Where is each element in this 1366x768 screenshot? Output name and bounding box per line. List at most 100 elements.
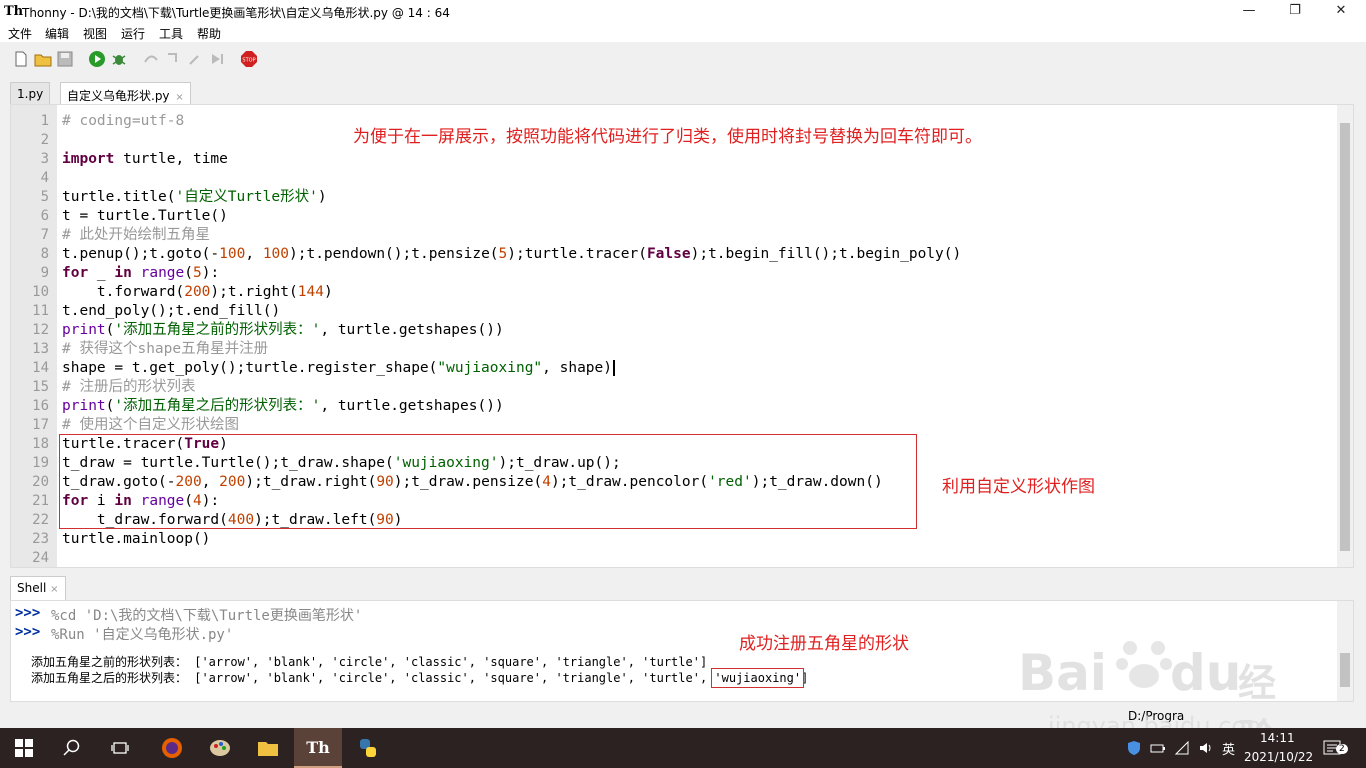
tab-label: 自定义乌龟形状.py bbox=[67, 89, 170, 103]
menu-help[interactable]: 帮助 bbox=[197, 25, 221, 42]
line-number: 22 bbox=[32, 512, 49, 528]
shell-tab-label: Shell bbox=[17, 581, 47, 595]
line-number: 10 bbox=[32, 284, 49, 300]
firefox-taskbar-button[interactable] bbox=[148, 728, 196, 768]
menu-edit[interactable]: 编辑 bbox=[45, 25, 69, 42]
code-editor[interactable]: 1 2 3 4 5 6 7 8 9 10 11 12 13 14 15 16 1… bbox=[10, 104, 1354, 568]
interpreter-path[interactable]: D:/Progra bbox=[1128, 709, 1184, 723]
toolbar: STOP bbox=[0, 42, 1366, 78]
tab-1-py[interactable]: 1.py bbox=[10, 82, 51, 104]
thonny-window: Th Thonny - D:\我的文档\下载\Turtle更换画笔形状\自定义乌… bbox=[0, 0, 1366, 768]
stop-icon[interactable]: STOP bbox=[240, 50, 258, 68]
menu-view[interactable]: 视图 bbox=[83, 25, 107, 42]
clock-time[interactable]: 14:11 bbox=[1260, 731, 1295, 745]
open-folder-icon[interactable] bbox=[34, 50, 52, 68]
code-line-6: t = turtle.Turtle() bbox=[62, 208, 228, 224]
paint-palette-icon bbox=[210, 740, 230, 756]
paint-taskbar-button[interactable] bbox=[196, 728, 244, 768]
debug-icon[interactable] bbox=[110, 50, 128, 68]
line-number: 11 bbox=[32, 303, 49, 319]
taskbar-search[interactable] bbox=[48, 728, 96, 768]
scrollbar-thumb[interactable] bbox=[1340, 123, 1350, 551]
notification-badge: 2 bbox=[1336, 744, 1348, 754]
code-line-9: for _ in range(5): bbox=[62, 265, 220, 281]
thonny-logo-icon: Th bbox=[4, 4, 24, 19]
step-out-icon[interactable] bbox=[186, 50, 204, 68]
title-bar: Th Thonny - D:\我的文档\下载\Turtle更换画笔形状\自定义乌… bbox=[0, 0, 1366, 24]
windows-taskbar: Th 英 14:11 2021/10/22 2 bbox=[0, 728, 1366, 768]
code-line-1: # coding=utf-8 bbox=[62, 113, 185, 129]
run-icon[interactable] bbox=[88, 50, 106, 68]
save-icon[interactable] bbox=[56, 50, 74, 68]
shell-output-line: 添加五角星之前的形状列表： ['arrow', 'blank', 'circle… bbox=[31, 655, 708, 669]
line-number: 1 bbox=[40, 113, 49, 129]
line-number: 17 bbox=[32, 417, 49, 433]
step-into-icon[interactable] bbox=[164, 50, 182, 68]
line-number: 21 bbox=[32, 493, 49, 509]
line-number: 2 bbox=[40, 132, 49, 148]
editor-scrollbar[interactable] bbox=[1337, 105, 1353, 567]
line-number: 3 bbox=[40, 151, 49, 167]
line-number: 24 bbox=[32, 550, 49, 566]
line-number: 18 bbox=[32, 436, 49, 452]
status-bar: D:/Progra bbox=[0, 704, 1366, 728]
folder-icon bbox=[258, 742, 278, 756]
code-line-17: # 使用这个自定义形状绘图 bbox=[62, 417, 239, 433]
line-number: 8 bbox=[40, 246, 49, 262]
line-number: 4 bbox=[40, 170, 49, 186]
line-number-gutter: 1 2 3 4 5 6 7 8 9 10 11 12 13 14 15 16 1… bbox=[11, 105, 57, 567]
tab-close-icon[interactable]: × bbox=[175, 92, 183, 103]
thonny-taskbar-button[interactable]: Th bbox=[294, 728, 342, 768]
tab-shell[interactable]: Shell × bbox=[10, 576, 66, 600]
line-number: 15 bbox=[32, 379, 49, 395]
code-line-13: # 获得这个shape五角星并注册 bbox=[62, 341, 269, 357]
ime-indicator[interactable]: 英 bbox=[1222, 739, 1235, 758]
line-number: 13 bbox=[32, 341, 49, 357]
maximize-button[interactable]: ❐ bbox=[1272, 0, 1318, 24]
code-line-8: t.penup();t.goto(-100, 100);t.pendown();… bbox=[62, 246, 962, 262]
minimize-button[interactable]: — bbox=[1226, 0, 1272, 24]
menu-run[interactable]: 运行 bbox=[121, 25, 145, 42]
shell-command: %Run '自定义乌龟形状.py' bbox=[51, 627, 234, 643]
shell-panel[interactable]: >>> %cd 'D:\我的文档\下载\Turtle更换画笔形状' >>> %R… bbox=[10, 600, 1354, 702]
python-icon bbox=[360, 739, 376, 757]
code-line-11: t.end_poly();t.end_fill() bbox=[62, 303, 281, 319]
line-number: 23 bbox=[32, 531, 49, 547]
shell-command: %cd 'D:\我的文档\下载\Turtle更换画笔形状' bbox=[51, 608, 363, 624]
file-explorer-taskbar-button[interactable] bbox=[244, 728, 292, 768]
task-view-button[interactable] bbox=[96, 728, 144, 768]
menu-file[interactable]: 文件 bbox=[8, 25, 32, 42]
code-line-16: print('添加五角星之后的形状列表：', turtle.getshapes(… bbox=[62, 398, 504, 414]
annotation-shell: 成功注册五角星的形状 bbox=[739, 634, 909, 654]
volume-icon[interactable] bbox=[1198, 740, 1214, 756]
battery-icon[interactable] bbox=[1150, 740, 1166, 756]
annotation-highlight-box bbox=[59, 434, 917, 529]
svg-text:STOP: STOP bbox=[242, 58, 255, 64]
close-button[interactable]: ✕ bbox=[1318, 0, 1364, 24]
code-line-5: turtle.title('自定义Turtle形状') bbox=[62, 189, 327, 205]
annotation-side: 利用自定义形状作图 bbox=[942, 477, 1095, 497]
new-file-icon[interactable] bbox=[12, 50, 30, 68]
code-line-15: # 注册后的形状列表 bbox=[62, 379, 196, 395]
scrollbar-thumb[interactable] bbox=[1340, 653, 1350, 687]
resume-icon[interactable] bbox=[208, 50, 226, 68]
shell-tab-close-icon[interactable]: × bbox=[50, 584, 58, 595]
menu-bar: 文件 编辑 视图 运行 工具 帮助 bbox=[0, 24, 1366, 42]
code-line-12: print('添加五角星之前的形状列表：', turtle.getshapes(… bbox=[62, 322, 504, 338]
firefox-icon bbox=[162, 738, 182, 758]
shell-scrollbar[interactable] bbox=[1337, 601, 1353, 701]
start-button[interactable] bbox=[0, 728, 48, 768]
task-view-icon bbox=[111, 742, 129, 754]
shell-prompt: >>> bbox=[15, 605, 41, 621]
security-shield-icon[interactable] bbox=[1126, 740, 1142, 756]
wifi-icon[interactable] bbox=[1174, 740, 1190, 756]
tab-custom-turtle[interactable]: 自定义乌龟形状.py × bbox=[60, 82, 191, 105]
clock-date[interactable]: 2021/10/22 bbox=[1244, 750, 1313, 764]
python-taskbar-button[interactable] bbox=[344, 728, 392, 768]
search-icon bbox=[63, 739, 80, 756]
step-over-icon[interactable] bbox=[142, 50, 160, 68]
text-cursor bbox=[613, 360, 615, 376]
menu-tools[interactable]: 工具 bbox=[159, 25, 183, 42]
annotation-top: 为便于在一屏展示，按照功能将代码进行了归类，使用时将封号替换为回车符即可。 bbox=[353, 127, 982, 147]
code-line-3: import turtle, time bbox=[62, 151, 228, 167]
